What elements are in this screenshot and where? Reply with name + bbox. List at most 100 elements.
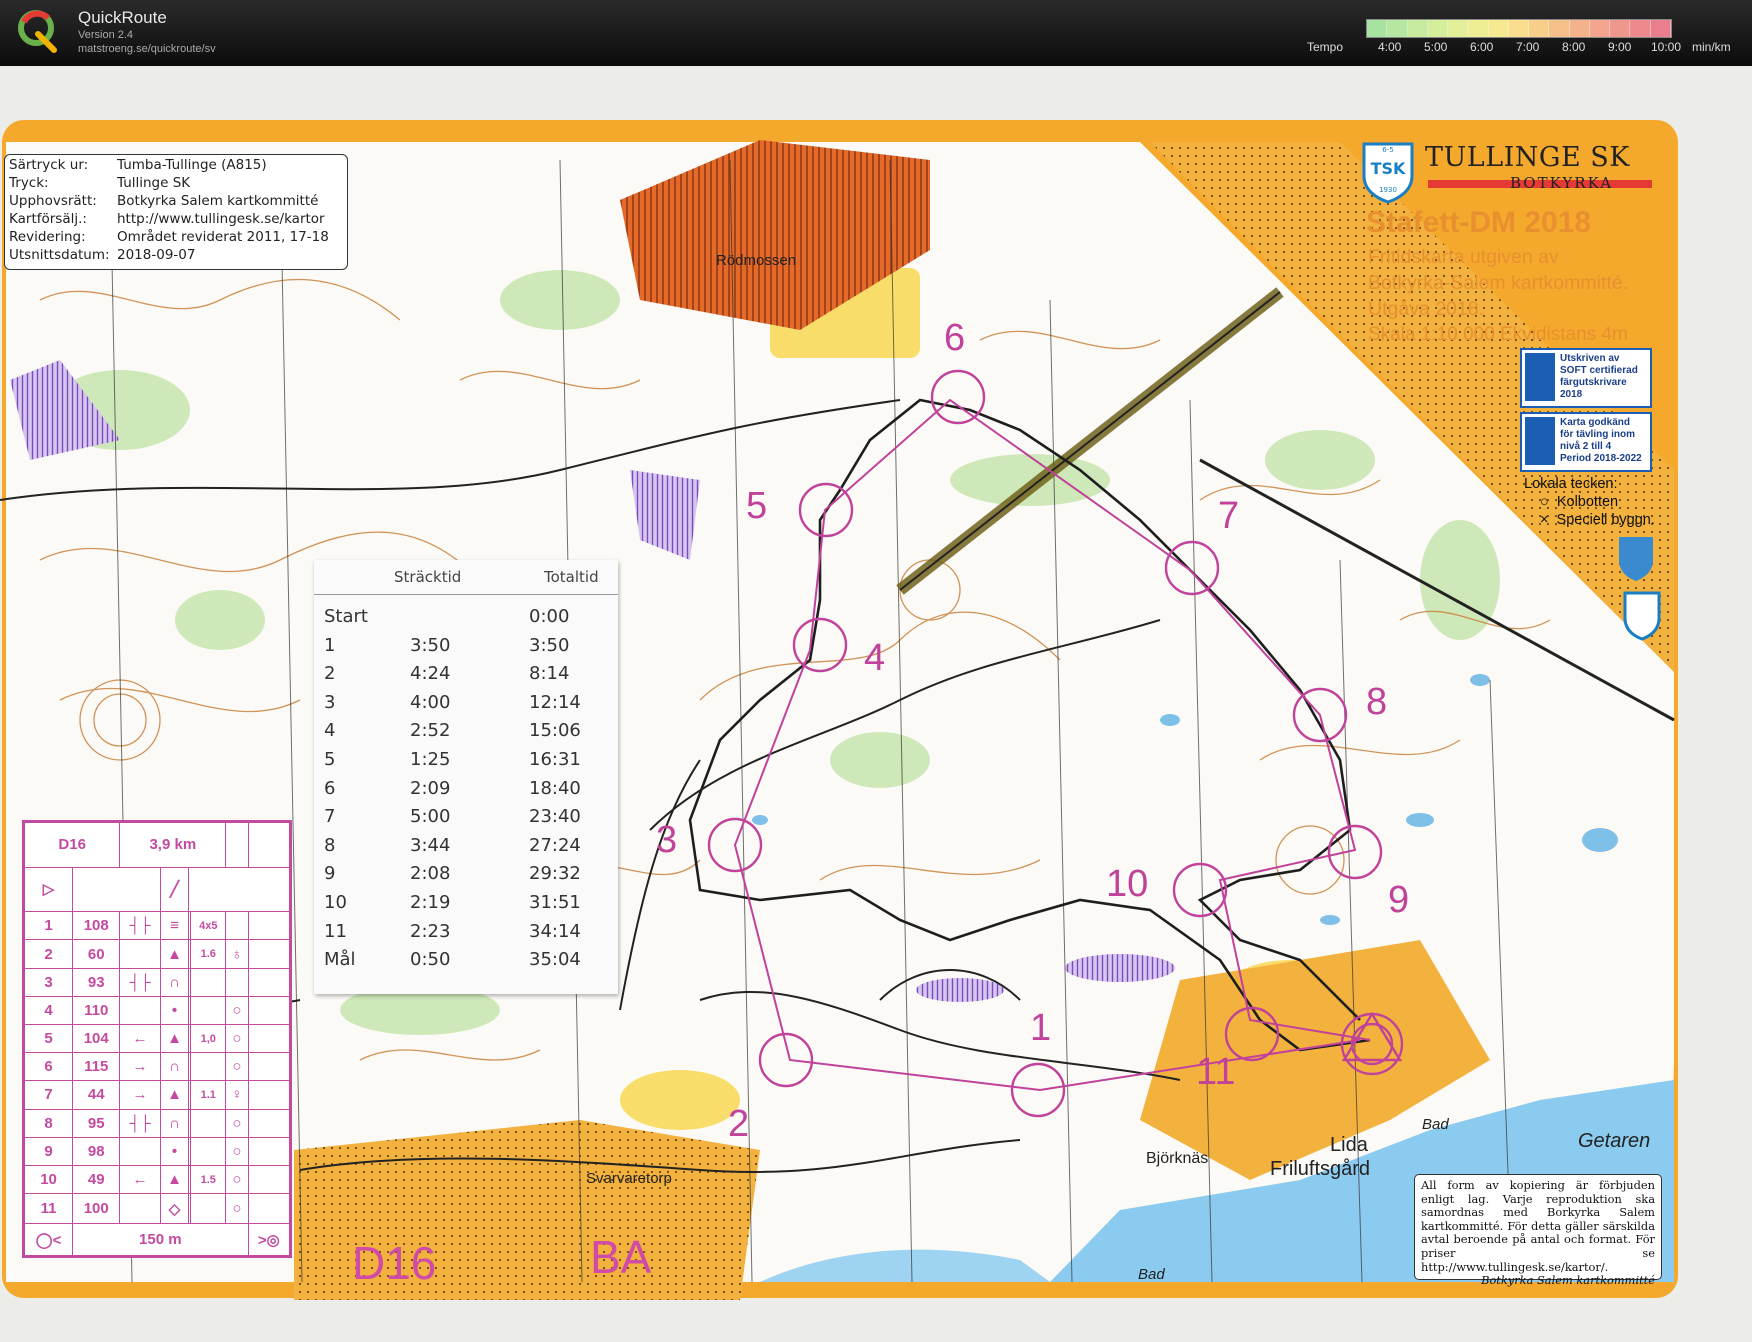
desc-cell-empty bbox=[247, 1024, 291, 1054]
desc-row: 6 115 → ∩ ○ bbox=[23, 1052, 291, 1082]
tempo-scale-cell bbox=[1488, 20, 1509, 37]
desc-cell-x: ○ bbox=[225, 1052, 249, 1082]
tempo-scale-cell bbox=[1407, 20, 1428, 37]
desc-cell-n: 8 bbox=[23, 1108, 74, 1138]
slash-icon: ╱ bbox=[159, 866, 190, 913]
desc-cell-dim bbox=[190, 995, 227, 1026]
split-row-split: 5:00 bbox=[410, 806, 451, 828]
tempo-tick: 10:00 bbox=[1651, 40, 1682, 54]
tempo-scale-cell bbox=[1508, 20, 1530, 37]
split-row-control: 1 bbox=[324, 634, 336, 656]
info-row: Upphovsrätt: Botkyrka Salem kartkommitté bbox=[9, 193, 319, 209]
desc-cell-code: 115 bbox=[72, 1052, 121, 1082]
svensk-orientering-badge-icon bbox=[1525, 353, 1555, 401]
desc-cell-code: 49 bbox=[72, 1164, 121, 1195]
control-number-5: 5 bbox=[746, 485, 767, 527]
app-version: Version 2.4 bbox=[78, 29, 134, 41]
split-row-control: 10 bbox=[324, 892, 347, 913]
control-number-10: 10 bbox=[1106, 863, 1148, 905]
desc-cell-code: 108 bbox=[72, 911, 121, 941]
control-number-4: 4 bbox=[864, 637, 885, 679]
desc-cell-dim bbox=[190, 1108, 227, 1138]
split-row-split: 2:09 bbox=[410, 777, 451, 799]
split-row-control: 6 bbox=[324, 777, 336, 799]
split-row-control: 8 bbox=[324, 834, 336, 856]
desc-cell-x: ○ bbox=[225, 995, 249, 1026]
control-number-3: 3 bbox=[656, 819, 677, 861]
desc-cell-code: 100 bbox=[72, 1193, 121, 1224]
split-row-control: 7 bbox=[324, 806, 336, 828]
copyright-notice: All form av kopiering är förbjuden enlig… bbox=[1414, 1174, 1662, 1287]
tempo-label: Tempo bbox=[1307, 40, 1344, 54]
desc-cell-n: 9 bbox=[23, 1136, 74, 1166]
desc-cell-code: 44 bbox=[72, 1080, 121, 1110]
app-url[interactable]: matstroeng.se/quickroute/sv bbox=[78, 43, 216, 55]
desc-row: 4 110 • ○ bbox=[23, 995, 291, 1026]
desc-class: D16 bbox=[23, 822, 121, 868]
tempo-tick: 5:00 bbox=[1424, 40, 1448, 54]
start-triangle-icon: ▷ bbox=[23, 866, 74, 913]
split-row-split: 3:44 bbox=[410, 834, 451, 856]
app-header: QuickRoute Version 2.4 matstroeng.se/qui… bbox=[0, 0, 1752, 66]
label-bjorknas: Björknäs bbox=[1146, 1150, 1209, 1167]
desc-cell-n: 4 bbox=[23, 995, 74, 1026]
split-row-split: 2:23 bbox=[410, 920, 451, 942]
tempo-tick: 6:00 bbox=[1470, 40, 1494, 54]
desc-cell-feat: • bbox=[159, 1136, 190, 1166]
desc-cell-empty bbox=[247, 1052, 291, 1082]
desc-row: 1 108 ┤├ ≡ 4x5 bbox=[23, 911, 291, 941]
split-row-total: 3:50 bbox=[529, 634, 570, 656]
publisher-line: Fritidskarta utgiven av bbox=[1368, 246, 1559, 268]
tsk-small-shield-icon bbox=[1623, 591, 1661, 641]
desc-row: 5 104 ← ▲ 1,0 ○ bbox=[23, 1024, 291, 1054]
desc-cell-f: ┤├ bbox=[119, 967, 161, 997]
desc-cell-n: 5 bbox=[23, 1024, 74, 1054]
desc-cell-dim: 1.1 bbox=[190, 1080, 227, 1110]
quickroute-logo-icon bbox=[18, 10, 57, 53]
desc-cell-empty bbox=[247, 1136, 291, 1166]
desc-cell-feat: ∩ bbox=[159, 1108, 190, 1138]
split-row-total: 12:14 bbox=[529, 691, 581, 713]
col-header-split: Sträcktid bbox=[394, 568, 462, 586]
label-class-ba: BA bbox=[590, 1231, 652, 1283]
info-row: Utsnittsdatum: 2018-09-07 bbox=[9, 247, 196, 263]
desc-row: 8 95 ┤├ ∩ ○ bbox=[23, 1108, 291, 1138]
label-bad: Bad bbox=[1422, 1116, 1449, 1133]
desc-cell-f: ← bbox=[119, 1164, 161, 1195]
finish-distance: 150 m bbox=[72, 1223, 249, 1256]
desc-cell-n: 1 bbox=[23, 911, 74, 941]
desc-cell-f bbox=[119, 1193, 161, 1224]
map-canvas[interactable]: 1 2 3 4 5 6 7 8 9 10 11 Rödmossen Svarva… bbox=[0, 66, 1752, 1342]
legend-item: ○ Kolbotten bbox=[1540, 494, 1619, 510]
soft-certificate-box: Utskriven av SOFT certifierad färgutskriva… bbox=[1520, 348, 1652, 408]
split-row-total: 23:40 bbox=[529, 806, 581, 828]
desc-cell-dim: 1.6 bbox=[190, 939, 227, 969]
app-name: QuickRoute bbox=[78, 8, 167, 27]
split-row-split: 1:25 bbox=[410, 749, 451, 770]
control-number-7: 7 bbox=[1218, 495, 1239, 537]
split-row-total: 16:31 bbox=[529, 749, 581, 770]
col-header-total: Totaltid bbox=[544, 568, 599, 586]
desc-row: 2 60 ▲ 1.6 ♁ bbox=[23, 939, 291, 969]
tempo-scale-cell bbox=[1529, 20, 1550, 37]
desc-cell-dim bbox=[190, 1052, 227, 1082]
desc-cell-dim: 1,0 bbox=[190, 1024, 227, 1054]
tempo-color-scale bbox=[1366, 19, 1672, 38]
split-row-control: 2 bbox=[324, 663, 336, 685]
svensk-orientering-badge-icon bbox=[1525, 417, 1555, 465]
split-row-control: 5 bbox=[324, 749, 336, 770]
desc-cell-n: 2 bbox=[23, 939, 74, 969]
label-rodmossen: Rödmossen bbox=[716, 252, 797, 269]
desc-cell-code: 93 bbox=[72, 967, 121, 997]
legend-title: Lokala tecken: bbox=[1524, 476, 1618, 492]
tempo-scale-cell bbox=[1427, 20, 1449, 37]
desc-cell-feat: ▲ bbox=[159, 1164, 190, 1195]
desc-cell-feat: ▲ bbox=[159, 1080, 190, 1110]
split-row-control: 3 bbox=[324, 691, 336, 713]
desc-cell-code: 95 bbox=[72, 1108, 121, 1138]
tempo-scale-cell bbox=[1610, 20, 1631, 37]
split-row-total: 29:32 bbox=[529, 863, 581, 885]
control-number-11: 11 bbox=[1196, 1051, 1235, 1093]
desc-cell-code: 98 bbox=[72, 1136, 121, 1166]
header-divider bbox=[314, 594, 618, 595]
